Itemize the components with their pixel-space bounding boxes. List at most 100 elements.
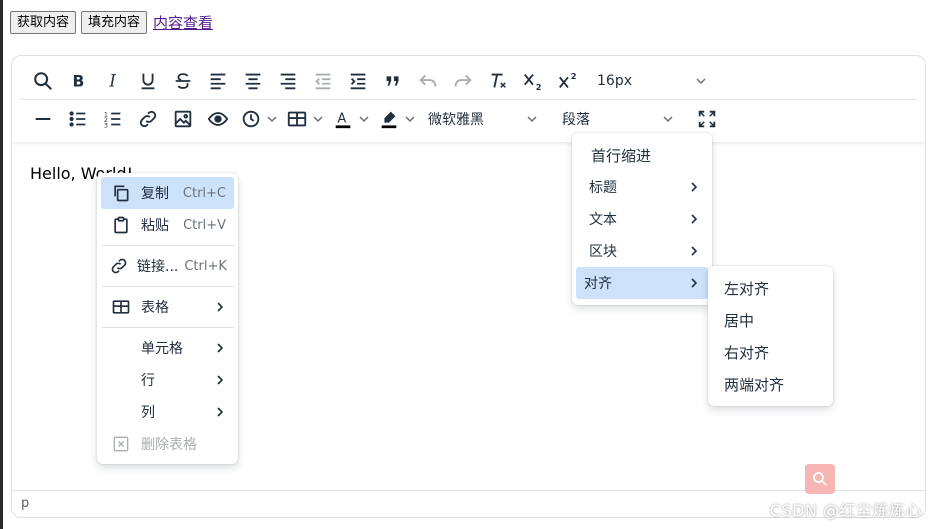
table-icon	[109, 295, 133, 319]
blockquote-icon[interactable]	[376, 64, 410, 98]
menu-item-label: 链接...	[137, 259, 179, 275]
outdent-icon[interactable]	[306, 64, 340, 98]
context-menu: 复制 Ctrl+C 粘贴 Ctrl+V 链接... Ctrl+K 表格 单元格 …	[97, 173, 238, 464]
subscript-icon[interactable]: 2	[516, 64, 550, 98]
menu-item-row[interactable]: 行	[97, 364, 238, 396]
link-icon	[109, 254, 129, 278]
fullscreen-icon[interactable]	[690, 102, 724, 136]
search-float-icon[interactable]	[805, 464, 835, 494]
svg-text:2: 2	[571, 71, 577, 81]
menu-item-heading[interactable]: 标题	[572, 171, 712, 203]
menu-item-label: 粘贴	[141, 218, 169, 234]
align-menu: 左对齐 居中 右对齐 两端对齐	[708, 266, 833, 406]
chevron-down-icon[interactable]	[404, 112, 418, 126]
editor-toolbar: B I 2 2 16px 1 2 3 A 微软雅黑 段落	[12, 56, 925, 142]
chevron-down-icon[interactable]	[358, 112, 372, 126]
remove-format-icon[interactable]	[481, 64, 515, 98]
menu-item-copy[interactable]: 复制 Ctrl+C	[101, 177, 234, 209]
align-center-icon[interactable]	[236, 64, 270, 98]
menu-item-label: 标题	[589, 180, 617, 196]
svg-text:B: B	[73, 73, 85, 91]
menu-item-shortcut: Ctrl+V	[183, 217, 226, 233]
chevron-right-icon	[686, 181, 700, 193]
toolbar-row-1: B I 2 2 16px	[26, 62, 723, 100]
menu-item-block[interactable]: 区块	[572, 235, 712, 267]
menu-item-label: 列	[141, 405, 155, 421]
fill-content-button[interactable]: 填充内容	[81, 10, 148, 34]
undo-icon[interactable]	[411, 64, 445, 98]
block-format-select[interactable]: 段落	[554, 105, 684, 133]
menu-item-align-center[interactable]: 居中	[708, 304, 833, 336]
clock-icon[interactable]	[236, 102, 266, 136]
menu-separator	[101, 286, 234, 287]
blank-icon	[109, 368, 133, 392]
format-menu: 首行缩进 标题 文本 区块 对齐	[572, 133, 712, 305]
numbered-list-icon[interactable]: 123	[96, 102, 130, 136]
top-actions: 获取内容 填充内容 内容查看	[10, 10, 213, 34]
paste-clipboard-icon	[109, 213, 133, 237]
strikethrough-icon[interactable]	[166, 64, 200, 98]
menu-item-table[interactable]: 表格	[97, 291, 238, 323]
menu-item-label: 行	[141, 373, 155, 389]
menu-item-paste[interactable]: 粘贴 Ctrl+V	[97, 209, 238, 241]
bold-icon[interactable]: B	[61, 64, 95, 98]
chevron-down-icon	[526, 112, 540, 126]
menu-item-column[interactable]: 列	[97, 396, 238, 428]
italic-icon[interactable]: I	[96, 64, 130, 98]
insert-datetime-split[interactable]	[236, 102, 280, 136]
font-size-select[interactable]: 16px	[589, 67, 717, 95]
menu-item-align-justify[interactable]: 两端对齐	[708, 368, 833, 400]
menu-item-label: 右对齐	[724, 343, 770, 362]
watermark: CSDN @红尘炼炼心	[769, 501, 922, 520]
menu-item-align-left[interactable]: 左对齐	[708, 272, 833, 304]
element-path[interactable]: p	[21, 496, 29, 511]
image-icon[interactable]	[166, 102, 200, 136]
indent-icon[interactable]	[341, 64, 375, 98]
menu-item-align[interactable]: 对齐	[576, 267, 708, 299]
menu-item-label: 单元格	[141, 341, 183, 357]
text-color-icon[interactable]: A	[328, 102, 358, 136]
block-format-value: 段落	[562, 112, 590, 128]
horizontal-rule-icon[interactable]	[26, 102, 60, 136]
bullet-list-icon[interactable]	[61, 102, 95, 136]
chevron-right-icon	[212, 406, 226, 418]
chevron-down-icon[interactable]	[266, 112, 280, 126]
menu-item-label: 居中	[724, 311, 755, 330]
superscript-icon[interactable]: 2	[551, 64, 585, 98]
preview-eye-icon[interactable]	[201, 102, 235, 136]
menu-item-first-line-indent[interactable]: 首行缩进	[572, 139, 712, 171]
menu-item-label: 复制	[141, 186, 169, 202]
highlight-color-split[interactable]	[374, 102, 418, 136]
underline-icon[interactable]	[131, 64, 165, 98]
align-right-icon[interactable]	[271, 64, 305, 98]
table-icon[interactable]	[282, 102, 312, 136]
menu-item-delete-table[interactable]: 删除表格	[97, 428, 238, 460]
text-color-split[interactable]: A	[328, 102, 372, 136]
font-family-select[interactable]: 微软雅黑	[420, 105, 548, 133]
chevron-right-icon	[212, 342, 226, 354]
highlight-pen-icon[interactable]	[374, 102, 404, 136]
menu-item-label: 区块	[589, 244, 617, 260]
blank-icon	[109, 400, 133, 424]
menu-separator	[101, 327, 234, 328]
search-icon[interactable]	[26, 64, 60, 98]
chevron-right-icon	[212, 301, 226, 313]
font-size-value: 16px	[597, 73, 632, 89]
align-left-icon[interactable]	[201, 64, 235, 98]
menu-separator	[101, 245, 234, 246]
link-icon[interactable]	[131, 102, 165, 136]
blank-icon	[109, 336, 133, 360]
menu-item-link[interactable]: 链接... Ctrl+K	[97, 250, 238, 282]
get-content-button[interactable]: 获取内容	[10, 10, 77, 34]
table-split[interactable]	[282, 102, 326, 136]
menu-item-align-right[interactable]: 右对齐	[708, 336, 833, 368]
chevron-down-icon[interactable]	[312, 112, 326, 126]
chevron-down-icon	[662, 112, 676, 126]
menu-item-text[interactable]: 文本	[572, 203, 712, 235]
copy-icon	[109, 181, 133, 205]
view-content-link[interactable]: 内容查看	[153, 12, 213, 33]
menu-item-cell[interactable]: 单元格	[97, 332, 238, 364]
font-family-value: 微软雅黑	[428, 112, 484, 128]
redo-icon[interactable]	[446, 64, 480, 98]
chevron-right-icon	[212, 374, 226, 386]
